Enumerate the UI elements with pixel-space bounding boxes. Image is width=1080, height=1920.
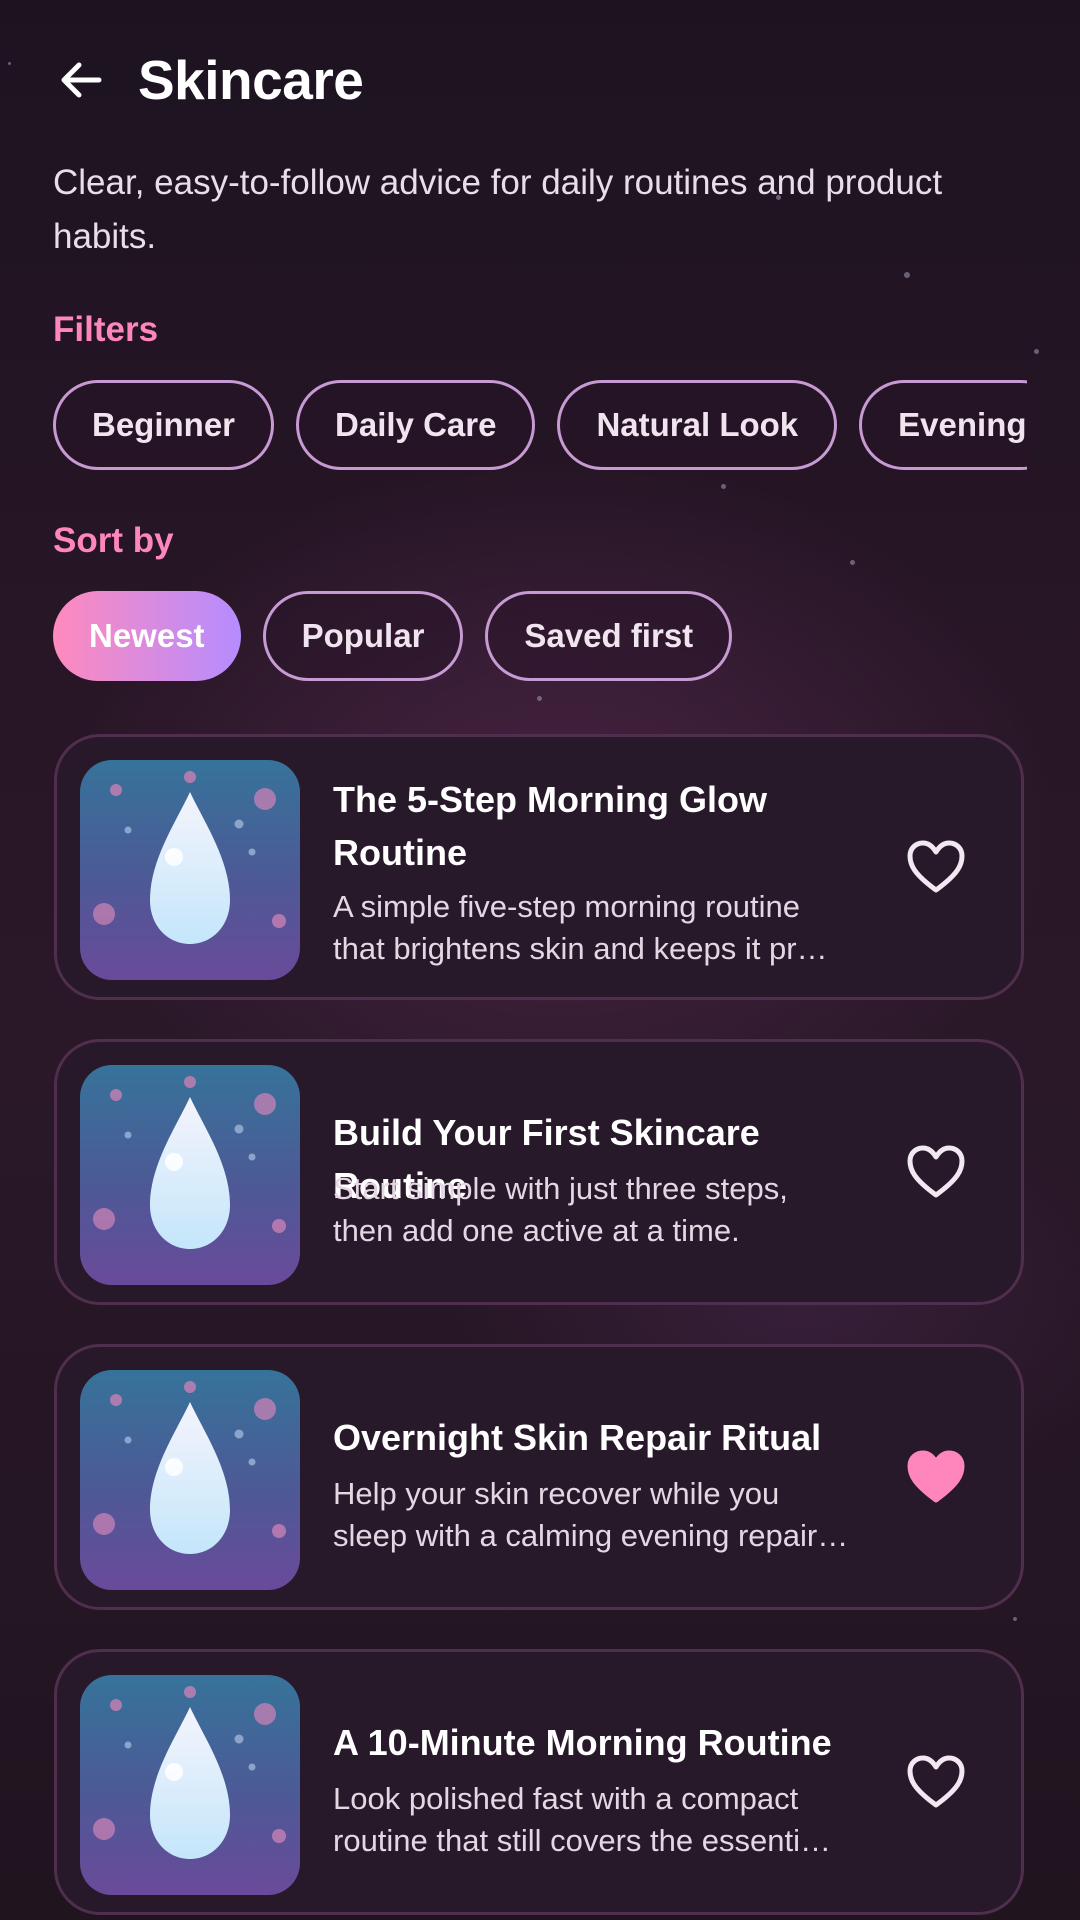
filters-label: Filters <box>53 310 159 349</box>
water-drop-icon <box>80 1675 300 1895</box>
article-title-line: A 10-Minute Morning Routine <box>333 1722 832 1763</box>
article-title-line: Overnight Skin Repair Ritual <box>333 1417 822 1458</box>
filter-chip-row: Beginner Daily Care Natural Look Evening <box>53 380 1027 470</box>
sort-chip-newest[interactable]: Newest <box>53 591 241 681</box>
article-description-line: A simple five-step morning routine <box>333 889 800 924</box>
filter-chip-daily-care[interactable]: Daily Care <box>296 380 536 470</box>
heart-icon[interactable] <box>906 839 966 895</box>
article-description-line: routine that still covers the essenti… <box>333 1823 831 1858</box>
page-title: Skincare <box>138 49 364 111</box>
article-title: The 5-Step Morning Glow Routine <box>333 773 893 879</box>
app-header: Skincare <box>52 38 364 122</box>
article-description-line: then add one active at a time. <box>333 1213 740 1248</box>
filter-chip-beginner[interactable]: Beginner <box>53 380 275 470</box>
article-card[interactable]: Overnight Skin Repair Ritual Help your s… <box>54 1344 1024 1610</box>
sort-by-label: Sort by <box>53 521 174 560</box>
article-description: Help your skin recover while you sleep w… <box>333 1473 893 1557</box>
article-card[interactable]: The 5-Step Morning Glow Routine A simple… <box>54 734 1024 1000</box>
article-thumbnail <box>80 1065 300 1285</box>
water-drop-icon <box>80 1065 300 1285</box>
back-button[interactable] <box>52 51 110 109</box>
article-description: Start simple with just three steps, then… <box>333 1168 893 1252</box>
water-drop-icon <box>80 760 300 980</box>
article-card[interactable]: Build Your First Skincare Routine Start … <box>54 1039 1024 1305</box>
heart-icon[interactable] <box>906 1144 966 1200</box>
article-description-line: Help your skin recover while you <box>333 1476 780 1511</box>
article-title-line: The 5-Step Morning Glow <box>333 779 767 820</box>
article-description: A simple five-step morning routine that … <box>333 886 893 970</box>
filter-chip-scroller[interactable]: Beginner Daily Care Natural Look Evening <box>53 380 1027 476</box>
article-thumbnail <box>80 1675 300 1895</box>
filter-chip-evening[interactable]: Evening <box>859 380 1027 470</box>
heart-icon[interactable] <box>906 1449 966 1505</box>
sort-chip-popular[interactable]: Popular <box>262 591 464 681</box>
article-description-line: Start simple with just three steps, <box>333 1171 788 1206</box>
article-card[interactable]: A 10-Minute Morning Routine Look polishe… <box>54 1649 1024 1915</box>
filter-chip-natural-look[interactable]: Natural Look <box>557 380 838 470</box>
heart-icon[interactable] <box>906 1754 966 1810</box>
article-title-line: Routine <box>333 832 467 873</box>
article-title: Overnight Skin Repair Ritual <box>333 1411 893 1464</box>
article-description-line: sleep with a calming evening repair… <box>333 1518 849 1553</box>
page-subtitle: Clear, easy-to-follow advice for daily r… <box>53 163 943 256</box>
article-thumbnail <box>80 760 300 980</box>
article-description: Look polished fast with a compact routin… <box>333 1778 893 1862</box>
article-description-line: that brightens skin and keeps it pr… <box>333 931 828 966</box>
sort-chip-saved-first[interactable]: Saved first <box>485 591 733 681</box>
sort-chip-row: Newest Popular Saved first <box>53 591 733 681</box>
arrow-left-icon <box>61 62 102 98</box>
article-description-line: Look polished fast with a compact <box>333 1781 799 1816</box>
article-title: A 10-Minute Morning Routine <box>333 1716 893 1769</box>
water-drop-icon <box>80 1370 300 1590</box>
article-thumbnail <box>80 1370 300 1590</box>
